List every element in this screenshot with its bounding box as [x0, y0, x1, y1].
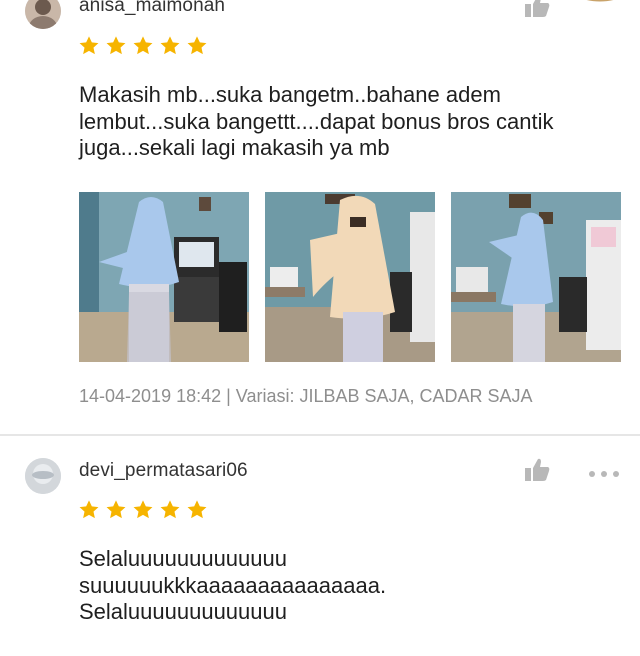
star-icon [160, 36, 180, 55]
star-icon [133, 500, 153, 519]
review-photo[interactable] [79, 192, 249, 362]
star-icon [106, 36, 126, 55]
more-options-icon[interactable] [588, 466, 620, 477]
star-icon [187, 36, 207, 55]
review-meta: 14-04-2019 18:42 | Variasi: JILBAB SAJA,… [79, 386, 533, 406]
review-item: devi_permatasari06 Selaluuuuuuuuuuuuu su… [0, 436, 640, 656]
rating-stars [78, 35, 208, 57]
review-photos [79, 192, 621, 362]
review-item: anisa_maimonah Makasih mb...suka bangetm… [0, 0, 640, 433]
reviewer-username[interactable]: devi_permatasari06 [79, 460, 248, 482]
review-photo[interactable] [265, 192, 435, 362]
reviewer-avatar[interactable] [25, 458, 61, 494]
star-icon [106, 500, 126, 519]
star-icon [160, 500, 180, 519]
rating-stars [78, 499, 208, 521]
thumbs-up-icon[interactable] [523, 0, 551, 20]
review-photo[interactable] [451, 192, 621, 362]
star-icon [79, 500, 99, 519]
star-icon [79, 36, 99, 55]
review-comment: Makasih mb...suka bangetm..bahane adem l… [79, 82, 554, 160]
star-icon [187, 500, 207, 519]
star-icon [133, 36, 153, 55]
review-comment: Selaluuuuuuuuuuuuu suuuuuukkkaaaaaaaaaaa… [79, 546, 387, 624]
reviewer-username[interactable]: anisa_maimonah [79, 0, 225, 17]
thumbs-up-icon[interactable] [523, 456, 551, 484]
reviewer-avatar[interactable] [25, 0, 61, 29]
